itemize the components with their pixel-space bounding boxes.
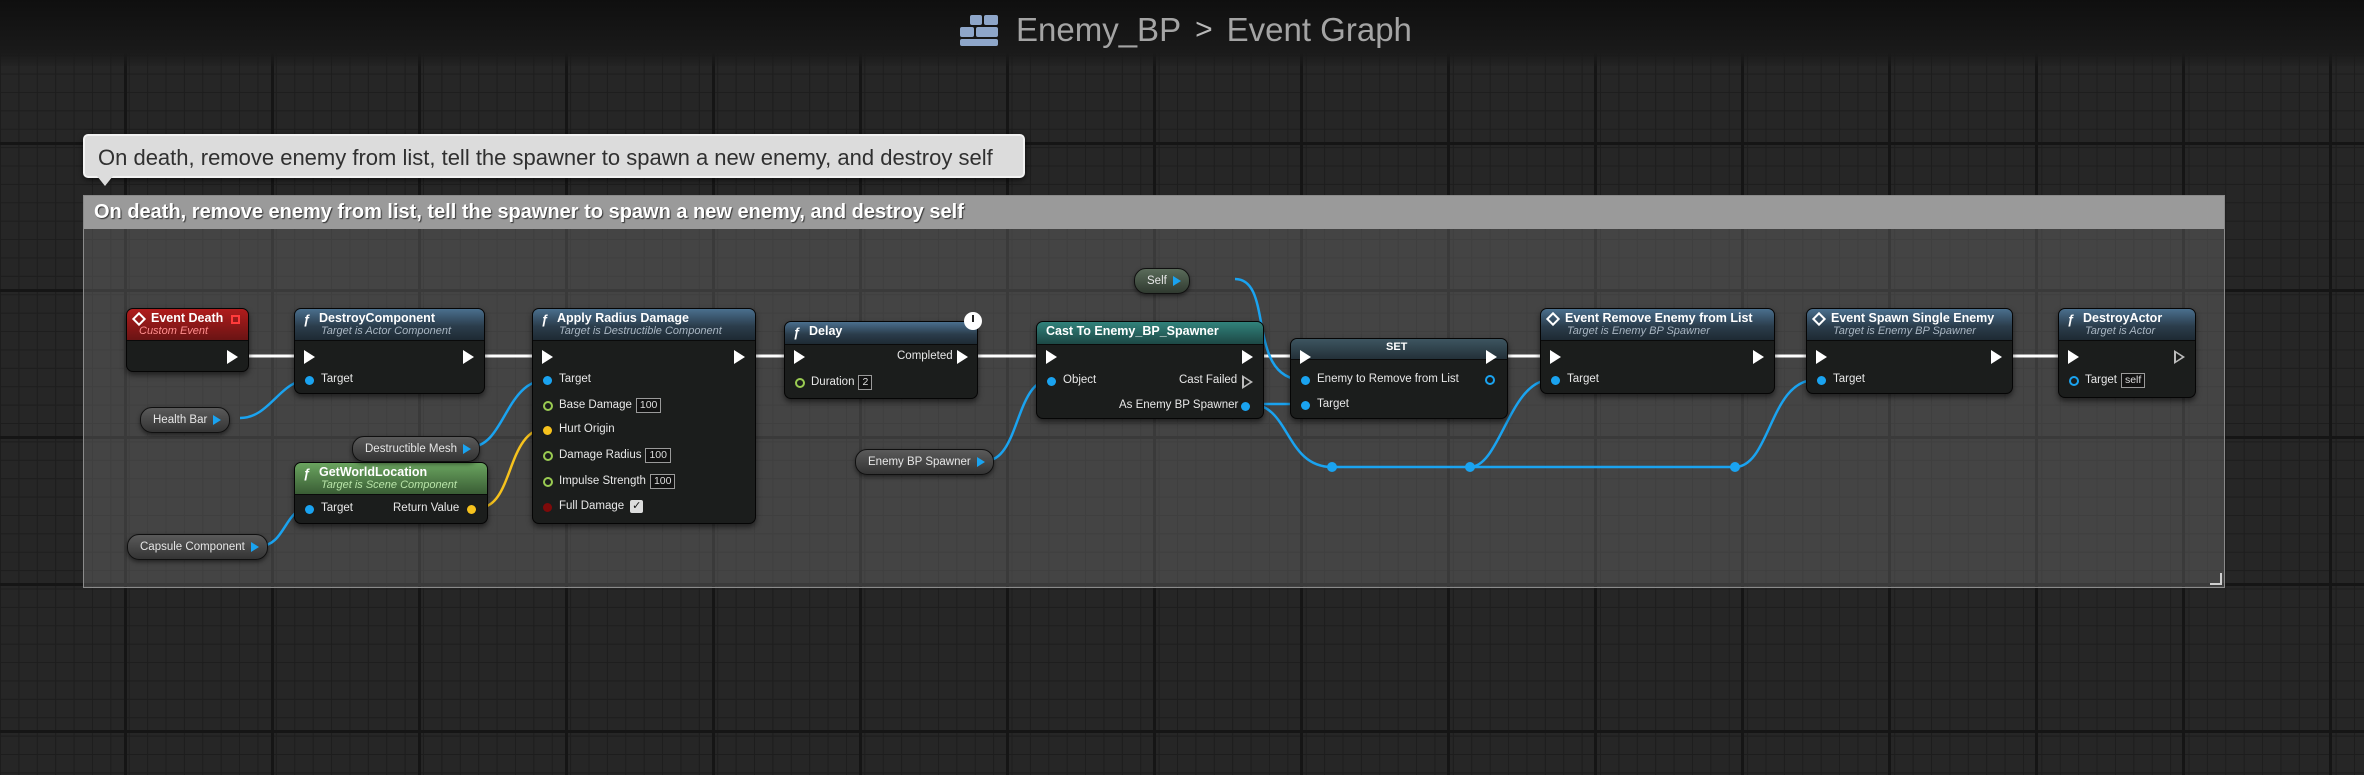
node-header: ƒ DestroyComponent Target is Actor Compo…: [295, 309, 484, 341]
graph-title-bar: Enemy_BP > Event Graph: [0, 0, 2364, 66]
health-bar-output-pin[interactable]: [213, 415, 222, 425]
destroy-component-node[interactable]: ƒ DestroyComponent Target is Actor Compo…: [294, 308, 485, 394]
target-label: Target: [321, 373, 353, 385]
get-world-location-node[interactable]: ƒ GetWorldLocation Target is Scene Compo…: [294, 462, 488, 524]
comment-tooltip: On death, remove enemy from list, tell t…: [83, 134, 1025, 186]
health-bar-variable[interactable]: Health Bar: [140, 407, 231, 433]
target-self-value[interactable]: self: [2120, 373, 2146, 388]
exec-in-pin[interactable]: [1550, 350, 1561, 364]
node-header: Event Death Custom Event: [127, 309, 248, 341]
cast-failed-exec-pin[interactable]: [1242, 375, 1253, 389]
exec-in-pin[interactable]: [1046, 350, 1057, 364]
function-icon: ƒ: [541, 312, 549, 327]
function-icon: ƒ: [2067, 312, 2075, 327]
capsule-component-output-pin[interactable]: [250, 542, 259, 552]
breadcrumb-separator-icon: >: [1195, 13, 1213, 46]
enemy-to-remove-pin[interactable]: [1301, 376, 1310, 385]
target-pin[interactable]: [1551, 376, 1560, 385]
comment-title[interactable]: On death, remove enemy from list, tell t…: [84, 196, 2224, 229]
impulse-strength-pin[interactable]: [543, 477, 553, 487]
exec-out-pin[interactable]: [1486, 350, 1497, 364]
node-header: Cast To Enemy_BP_Spawner: [1037, 322, 1263, 345]
damage-radius-pin[interactable]: [543, 451, 553, 461]
full-damage-checkbox[interactable]: ✓: [630, 500, 644, 513]
as-enemy-bp-spawner-pin[interactable]: [1241, 402, 1250, 411]
event-icon: [1545, 311, 1561, 327]
target-pin[interactable]: [1817, 376, 1826, 385]
target-pin[interactable]: [1301, 401, 1310, 410]
delegate-pin-icon[interactable]: [231, 315, 240, 324]
node-header: ƒ DestroyActor Target is Actor: [2059, 309, 2195, 341]
exec-out-pin[interactable]: [1242, 350, 1253, 364]
base-damage-input[interactable]: 100: [635, 398, 662, 413]
base-damage-pin[interactable]: [543, 401, 553, 411]
exec-in-pin[interactable]: [2068, 350, 2079, 364]
comment-resize-handle[interactable]: [2210, 573, 2222, 585]
exec-in-pin[interactable]: [1300, 350, 1311, 364]
return-value-pin[interactable]: [467, 505, 476, 514]
node-header: Event Remove Enemy from List Target is E…: [1541, 309, 1774, 341]
self-output-pin[interactable]: [1172, 276, 1181, 286]
exec-out-pin[interactable]: [463, 350, 474, 364]
capsule-component-variable[interactable]: Capsule Component: [127, 534, 268, 560]
node-header: ƒ Delay: [785, 322, 977, 345]
event-icon: [1811, 311, 1827, 327]
enemy-bp-spawner-variable[interactable]: Enemy BP Spawner: [855, 449, 994, 475]
blueprint-icon: [960, 13, 1002, 47]
asset-name[interactable]: Enemy_BP: [1016, 11, 1181, 49]
destructible-mesh-output-pin[interactable]: [463, 444, 472, 454]
completed-exec-pin[interactable]: [957, 350, 968, 364]
target-pin[interactable]: [305, 505, 314, 514]
destroy-actor-node[interactable]: ƒ DestroyActor Target is Actor Target sel…: [2058, 308, 2196, 398]
remove-enemy-from-list-node[interactable]: Event Remove Enemy from List Target is E…: [1540, 308, 1775, 394]
impulse-strength-input[interactable]: 100: [649, 474, 676, 489]
set-output-pin[interactable]: [1485, 375, 1495, 385]
function-icon: ƒ: [303, 466, 311, 481]
duration-pin[interactable]: [795, 378, 805, 388]
node-header: ƒ Apply Radius Damage Target is Destruct…: [533, 309, 755, 341]
exec-in-pin[interactable]: [542, 350, 553, 364]
function-icon: ƒ: [303, 312, 311, 327]
graph-name[interactable]: Event Graph: [1227, 11, 1412, 49]
full-damage-pin[interactable]: [543, 503, 552, 512]
exec-out-pin[interactable]: [1991, 350, 2002, 364]
node-header: SET: [1291, 339, 1507, 360]
damage-radius-input[interactable]: 100: [645, 448, 671, 463]
apply-radius-damage-node[interactable]: ƒ Apply Radius Damage Target is Destruct…: [532, 308, 756, 524]
enemy-bp-spawner-output-pin[interactable]: [976, 457, 985, 467]
function-icon: ƒ: [793, 325, 801, 340]
self-reference-node[interactable]: Self: [1134, 268, 1190, 294]
cast-to-enemy-bp-spawner-node[interactable]: Cast To Enemy_BP_Spawner Object Cast Fai…: [1036, 321, 1264, 419]
exec-out-pin[interactable]: [1753, 350, 1764, 364]
exec-out-pin[interactable]: [734, 350, 745, 364]
exec-in-pin[interactable]: [1816, 350, 1827, 364]
event-death-node[interactable]: Event Death Custom Event: [126, 308, 249, 372]
target-pin[interactable]: [2069, 376, 2079, 386]
target-pin[interactable]: [305, 376, 314, 385]
node-header: ƒ GetWorldLocation Target is Scene Compo…: [295, 463, 487, 495]
set-node[interactable]: SET Enemy to Remove from List Target: [1290, 338, 1508, 419]
breadcrumb: Enemy_BP > Event Graph: [960, 8, 1412, 52]
duration-input[interactable]: 2: [858, 375, 873, 390]
exec-in-pin[interactable]: [794, 350, 805, 364]
exec-in-pin[interactable]: [304, 350, 315, 364]
destructible-mesh-variable[interactable]: Destructible Mesh: [352, 436, 481, 462]
object-pin[interactable]: [1047, 377, 1056, 386]
node-header: Event Spawn Single Enemy Target is Enemy…: [1807, 309, 2012, 341]
clock-icon: [964, 312, 982, 330]
exec-out-pin[interactable]: [227, 350, 238, 364]
hurt-origin-pin[interactable]: [543, 426, 552, 435]
exec-out-pin[interactable]: [2174, 350, 2185, 364]
target-pin[interactable]: [543, 376, 552, 385]
spawn-single-enemy-node[interactable]: Event Spawn Single Enemy Target is Enemy…: [1806, 308, 2013, 394]
event-icon: [131, 311, 147, 327]
delay-node[interactable]: ƒ Delay Completed Duration 2: [784, 321, 978, 399]
